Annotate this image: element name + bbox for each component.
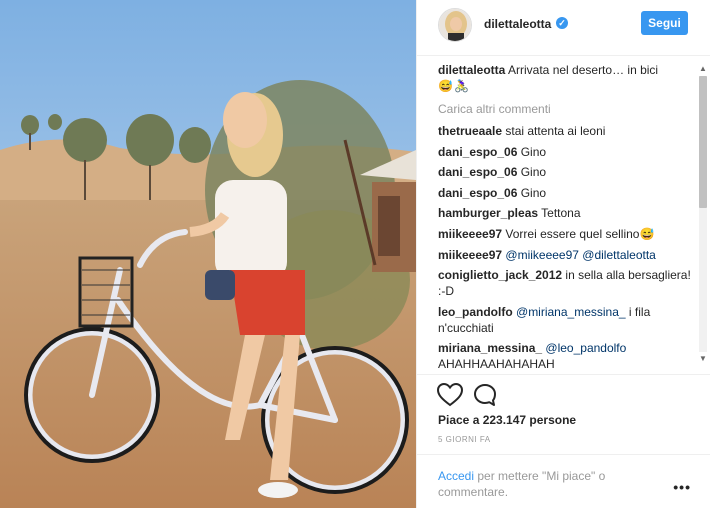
comment-text: Tettona <box>538 206 581 221</box>
comment-username[interactable]: dani_espo_06 <box>438 165 517 179</box>
comment-item: leo_pandolfo @miriana_messina_ i fila n'… <box>438 304 691 336</box>
comment-icon[interactable] <box>473 383 497 407</box>
comment-text: AHAHHAAHAHAHAH <box>438 357 555 372</box>
comment-item: dani_espo_06 Gino <box>438 164 691 180</box>
heart-icon[interactable] <box>437 383 463 407</box>
comment-mention[interactable]: @dilettaleotta <box>579 248 656 262</box>
comment-username[interactable]: miikeeee97 <box>438 248 502 262</box>
comment-item: hamburger_pleas Tettona <box>438 205 691 221</box>
comment-item: dani_espo_06 Gino <box>438 144 691 160</box>
caption-text: Arrivata nel deserto… in bici <box>505 63 659 77</box>
comment-mention[interactable]: @leo_pandolfo <box>542 341 626 355</box>
comment-text: Vorrei essere quel sellino😅 <box>502 226 655 241</box>
scrollbar-thumb[interactable] <box>699 76 707 208</box>
post-side-panel: dilettaleotta ✓ Segui dilettaleotta Arri… <box>416 0 710 508</box>
post-header: dilettaleotta ✓ Segui <box>417 0 710 56</box>
follow-button[interactable]: Segui <box>641 11 688 35</box>
comment-text: Gino <box>517 185 547 200</box>
more-options-icon[interactable]: ••• <box>673 479 691 495</box>
comment-text: Gino <box>517 144 547 159</box>
caption-emoji: 😅🚴‍♀️ <box>438 79 470 93</box>
post-photo[interactable] <box>0 0 416 508</box>
comment-mention[interactable]: @miriana_messina_ <box>513 305 626 319</box>
comment-username[interactable]: miriana_messina_ <box>438 341 542 355</box>
post-author-username[interactable]: dilettaleotta <box>484 17 551 31</box>
comments-scrollbar[interactable]: ▲ ▼ <box>696 64 710 364</box>
comment-username[interactable]: miikeeee97 <box>438 227 502 241</box>
desert-bike-photo <box>0 0 416 508</box>
comment-item: miikeeee97 @miikeeee97 @dilettaleotta <box>438 247 691 263</box>
comment-item: miikeeee97 Vorrei essere quel sellino😅 <box>438 226 691 242</box>
comment-text: stai attenta ai leoni <box>502 124 606 138</box>
post-actions-bar <box>417 374 710 414</box>
verified-badge-icon: ✓ <box>556 17 568 29</box>
comment-item: dani_espo_06 Gino <box>438 185 691 201</box>
login-link[interactable]: Accedi <box>438 469 474 483</box>
likes-count[interactable]: Piace a 223.147 persone <box>438 413 576 427</box>
comment-username[interactable]: leo_pandolfo <box>438 305 513 319</box>
post-caption: dilettaleotta Arrivata nel deserto… in b… <box>438 62 691 94</box>
comment-item: miriana_messina_ @leo_pandolfo AHAHHAAHA… <box>438 340 691 372</box>
avatar[interactable] <box>438 8 472 42</box>
comment-item: coniglietto_jack_2012 in sella alla bers… <box>438 267 691 299</box>
load-more-comments-link[interactable]: Carica altri commenti <box>438 101 691 117</box>
caption-username[interactable]: dilettaleotta <box>438 63 505 77</box>
scroll-down-arrow-icon[interactable]: ▼ <box>698 354 708 364</box>
comment-username[interactable]: dani_espo_06 <box>438 145 517 159</box>
scroll-up-arrow-icon[interactable]: ▲ <box>698 64 708 74</box>
post-timestamp[interactable]: 5 GIORNI FA <box>438 435 491 444</box>
comments-list[interactable]: dilettaleotta Arrivata nel deserto… in b… <box>417 62 697 374</box>
login-prompt-text: Accedi per mettere "Mi piace" o commenta… <box>438 468 658 500</box>
comment-username[interactable]: hamburger_pleas <box>438 206 538 220</box>
comment-username[interactable]: thetrueaale <box>438 124 502 138</box>
comment-username[interactable]: dani_espo_06 <box>438 186 517 200</box>
comment-text: Gino <box>517 165 547 180</box>
comment-item: thetrueaale stai attenta ai leoni <box>438 123 691 139</box>
login-prompt: Accedi per mettere "Mi piace" o commenta… <box>417 454 710 508</box>
comment-mention[interactable]: @miikeeee97 <box>502 248 579 262</box>
comment-username[interactable]: coniglietto_jack_2012 <box>438 268 562 282</box>
